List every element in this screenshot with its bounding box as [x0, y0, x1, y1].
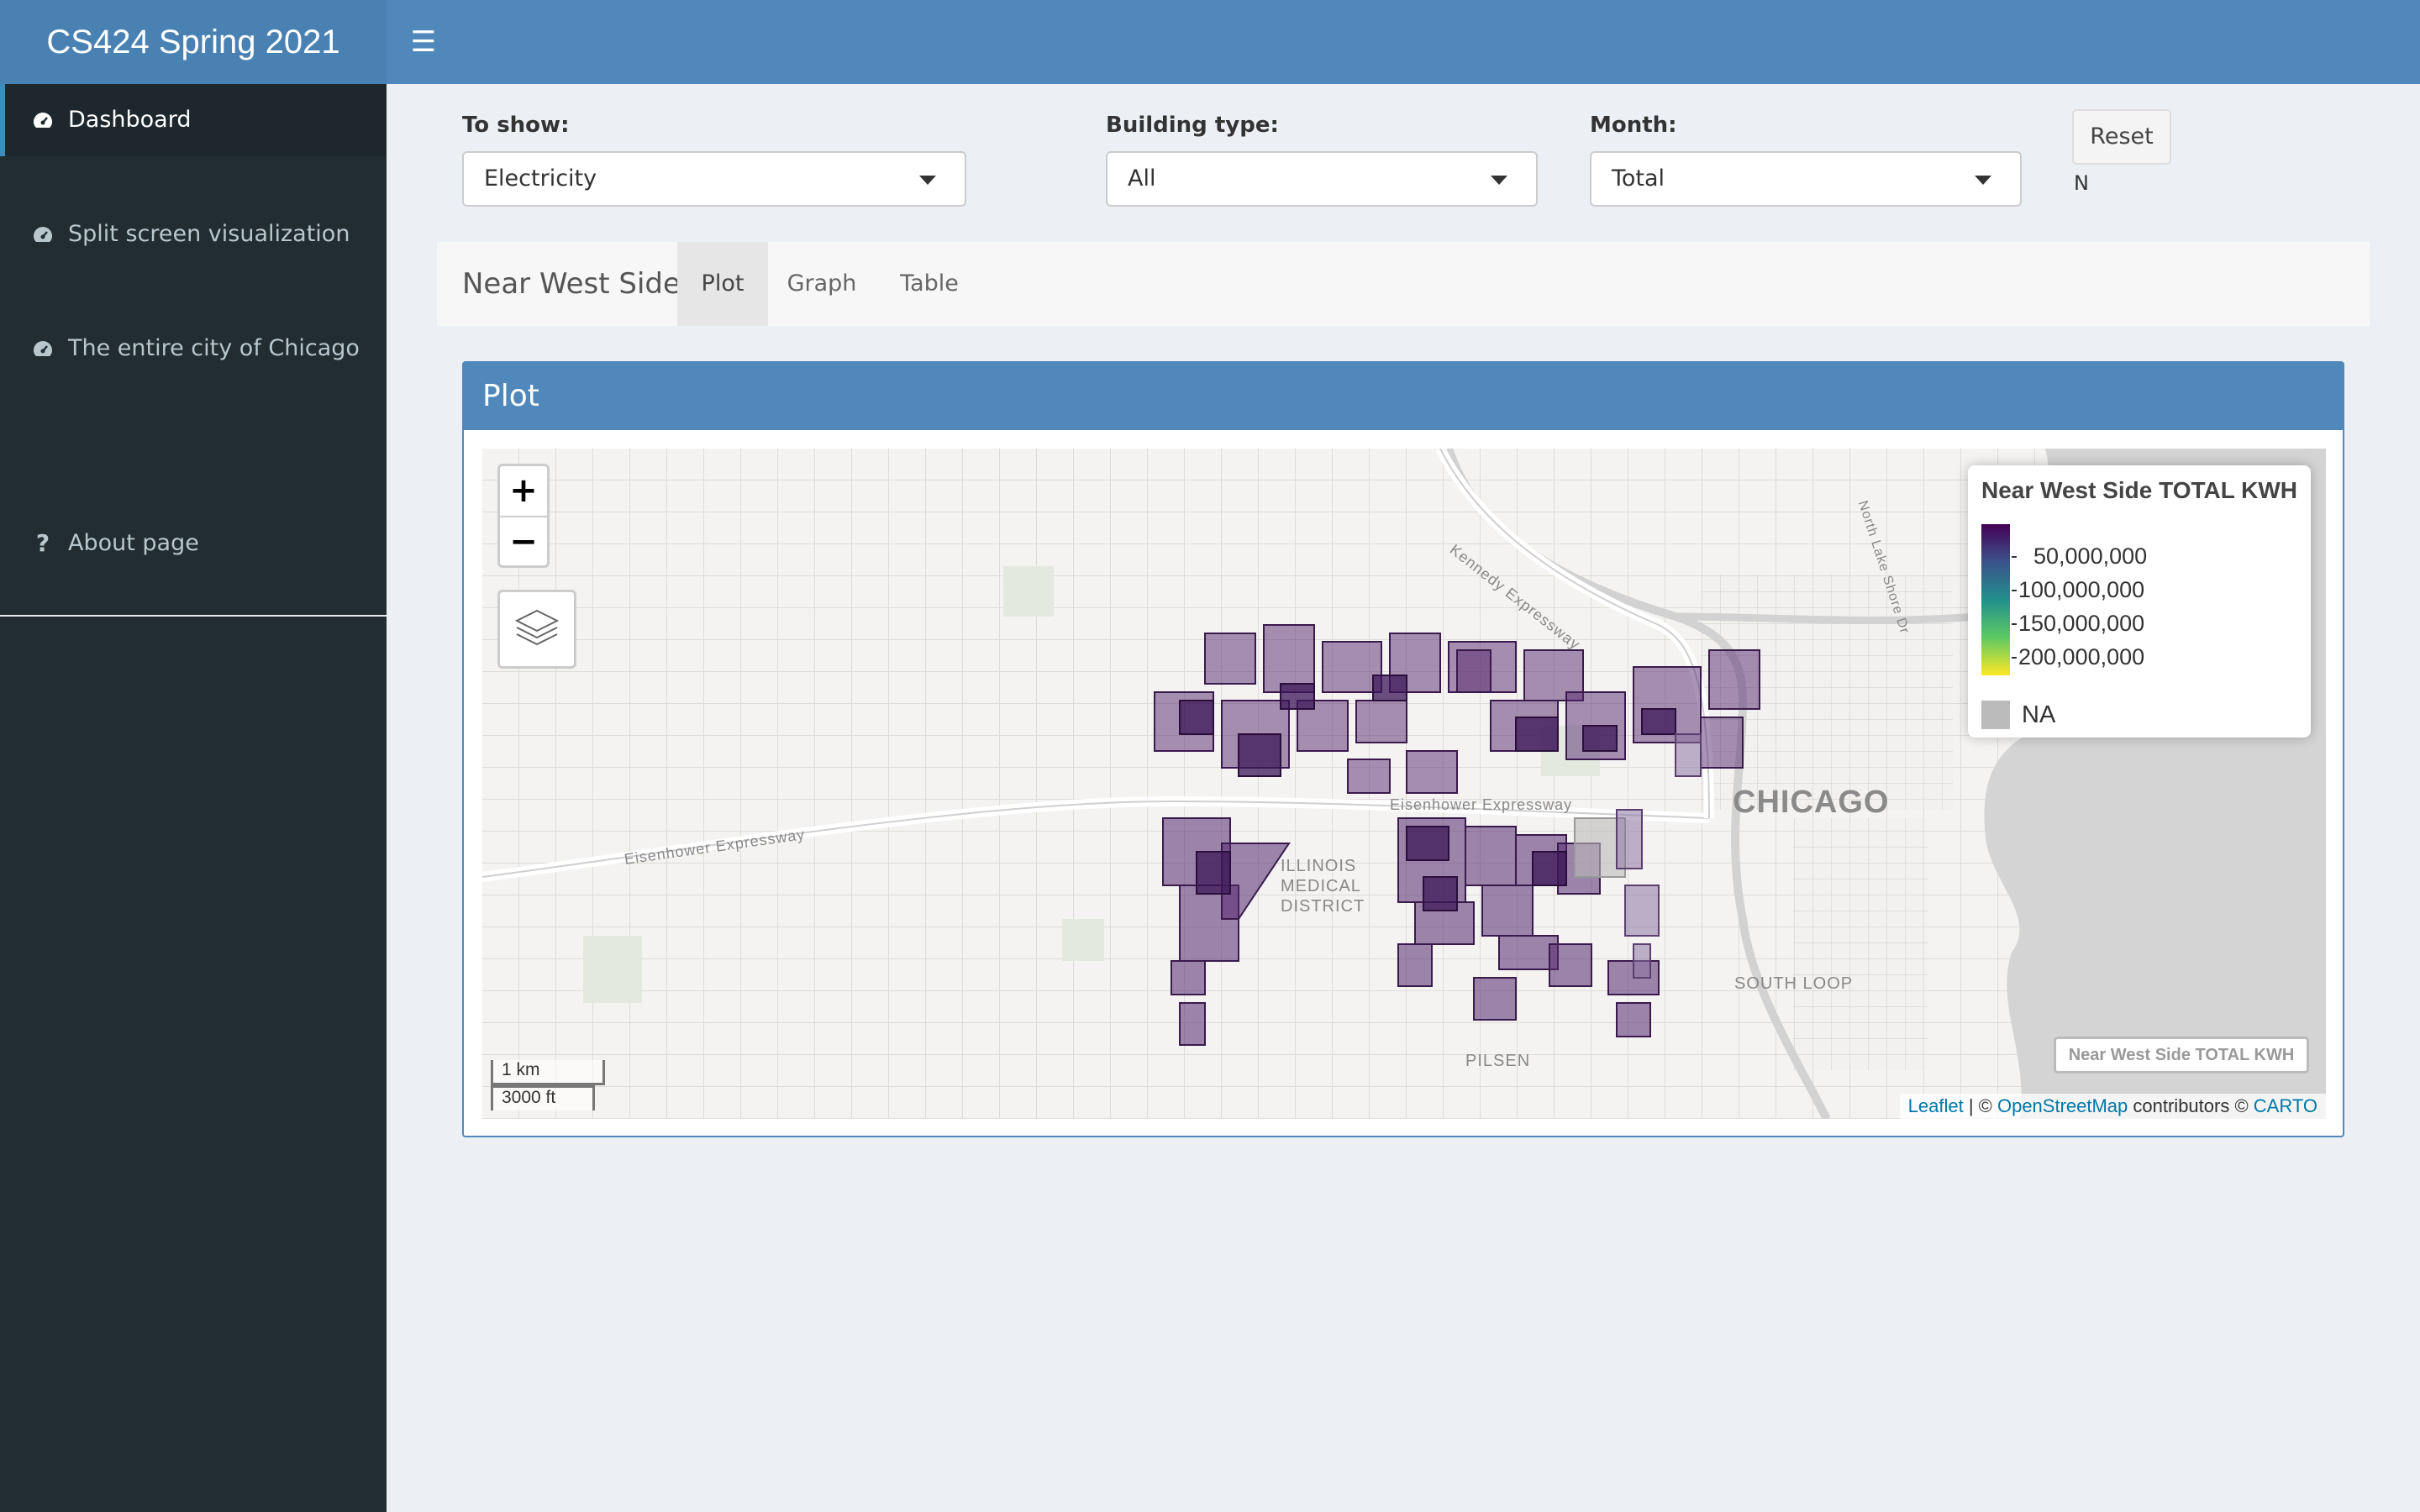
legend-na-label: NA	[2022, 701, 2056, 728]
sidebar-item-about[interactable]: ? About page	[0, 507, 387, 580]
legend-tick	[2012, 590, 2017, 591]
sidebar-item-dashboard[interactable]: Dashboard	[0, 84, 387, 156]
legend-tick	[2012, 657, 2017, 659]
map-label-eisenhower-east: Eisenhower Expressway	[1390, 796, 1573, 813]
legend-value: 150,000,000	[2018, 611, 2145, 636]
map-label-pilsen: PILSEN	[1465, 1052, 1531, 1070]
hamburger-icon[interactable]: ☰	[403, 22, 444, 62]
legend-title: Near West Side TOTAL KWH	[1981, 477, 2297, 503]
layers-icon	[514, 609, 560, 646]
building-type-select[interactable]: All	[1106, 151, 1538, 207]
openstreetmap-link[interactable]: OpenStreetMap	[1997, 1095, 2128, 1116]
sidebar-divider	[0, 615, 387, 617]
question-icon: ?	[35, 529, 50, 557]
to-show-value: Electricity	[484, 165, 597, 192]
caret-down-icon	[1491, 176, 1507, 185]
app-title[interactable]: CS424 Spring 2021	[0, 0, 387, 84]
legend-value: 100,000,000	[2018, 577, 2145, 602]
to-show-select[interactable]: Electricity	[462, 151, 966, 207]
sidebar-item-label: Dashboard	[68, 107, 192, 133]
sidebar: Dashboard Split screen visualization The…	[0, 84, 387, 1512]
building-type-value: All	[1128, 165, 1156, 192]
sidebar-item-split-screen[interactable]: Split screen visualization	[0, 198, 387, 270]
tab-box-title: Near West Side	[462, 267, 681, 301]
sidebar-item-label: About page	[68, 530, 199, 556]
to-show-label: To show:	[462, 113, 570, 138]
scale-km: 1 km	[491, 1060, 605, 1085]
month-value: Total	[1612, 165, 1665, 192]
attribution-separator: | ©	[1963, 1095, 1997, 1116]
legend-value: 200,000,000	[2018, 644, 2145, 669]
tab-table[interactable]: Table	[879, 242, 980, 326]
sidebar-item-label: The entire city of Chicago	[68, 335, 360, 361]
map-label-medical-1: ILLINOIS	[1281, 857, 1357, 875]
month-label: Month:	[1590, 113, 1677, 138]
reset-button[interactable]: Reset	[2072, 109, 2171, 165]
plot-box-title: Plot	[464, 363, 2343, 430]
dashboard-icon	[29, 84, 57, 156]
legend-tick	[2012, 556, 2017, 558]
caret-down-icon	[919, 176, 936, 185]
map-label-chicago: CHICAGO	[1733, 785, 1890, 820]
map-label-medical-3: DISTRICT	[1281, 897, 1365, 916]
map-attribution: Leaflet | © OpenStreetMap contributors ©…	[1899, 1094, 2326, 1119]
tab-box: Near West Side Plot Graph Table	[437, 242, 2370, 326]
scale-ft: 3000 ft	[491, 1085, 595, 1110]
tab-plot[interactable]: Plot	[677, 242, 768, 326]
zoom-control: + −	[497, 464, 550, 568]
n-text: N	[2074, 171, 2089, 195]
attribution-contributors: contributors ©	[2128, 1095, 2254, 1116]
legend-gradient	[1981, 524, 2010, 675]
building-type-label: Building type:	[1106, 113, 1279, 138]
dashboard-icon	[29, 198, 57, 270]
map-label-south-loop: SOUTH LOOP	[1734, 974, 1854, 993]
zoom-out-button[interactable]: −	[500, 516, 547, 567]
dashboard-icon	[29, 312, 57, 385]
legend-na-swatch	[1981, 701, 2010, 729]
sidebar-item-entire-city[interactable]: The entire city of Chicago	[0, 312, 387, 385]
carto-link[interactable]: CARTO	[2254, 1095, 2317, 1116]
app-header: CS424 Spring 2021 ☰	[0, 0, 2420, 84]
tab-graph[interactable]: Graph	[776, 242, 867, 326]
zoom-in-button[interactable]: +	[500, 466, 547, 516]
legend-tick	[2012, 623, 2017, 625]
map-label-medical-2: MEDICAL	[1281, 877, 1361, 895]
caret-down-icon	[1975, 176, 1991, 185]
layers-control[interactable]	[497, 590, 576, 669]
month-select[interactable]: Total	[1590, 151, 2022, 207]
map-layer-toggle-button[interactable]: Near West Side TOTAL KWH	[2054, 1037, 2309, 1074]
map-legend: Near West Side TOTAL KWH 50,000,000 100,…	[1968, 465, 2311, 738]
legend-value: 50,000,000	[2033, 543, 2148, 569]
plot-box: Plot CHICAGO SOUTH LOOP PILSEN ILLINOIS …	[462, 361, 2344, 1137]
sidebar-item-label: Split screen visualization	[68, 221, 350, 247]
leaflet-link[interactable]: Leaflet	[1908, 1095, 1964, 1116]
leaflet-map[interactable]: CHICAGO SOUTH LOOP PILSEN ILLINOIS MEDIC…	[482, 449, 2326, 1119]
